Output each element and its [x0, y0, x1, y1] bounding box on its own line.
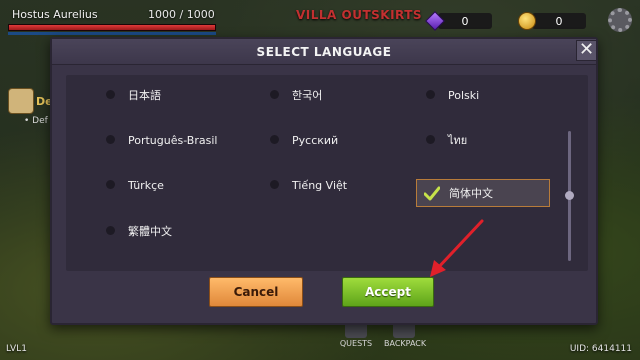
radio-icon	[270, 135, 279, 144]
arrow-annotation	[430, 219, 484, 277]
health-bar-fill	[9, 25, 215, 30]
gem-count: 0	[438, 13, 492, 29]
radio-icon	[106, 135, 115, 144]
language-option-thai[interactable]: ไทย	[416, 126, 550, 154]
language-option-korean[interactable]: 한국어	[260, 81, 394, 109]
language-dialog: SELECT LANGUAGE ✕ 日本語 한국어 Polski Portugu…	[50, 37, 598, 325]
health-bar	[8, 24, 216, 31]
language-option-traditional-chinese[interactable]: 繁體中文	[96, 217, 230, 245]
mana-bar	[8, 32, 216, 35]
backpack-button[interactable]: BACKPACK	[384, 322, 427, 350]
radio-icon	[106, 226, 115, 235]
language-label: Türkçe	[128, 178, 164, 192]
backpack-label: BACKPACK	[384, 339, 427, 348]
radio-icon	[426, 90, 435, 99]
accept-button[interactable]: Accept	[342, 277, 434, 307]
scrollbar-thumb[interactable]	[565, 191, 574, 200]
coin-counter[interactable]: 0	[518, 12, 586, 30]
language-option-portuguese-brazil[interactable]: Português-Brasil	[96, 126, 230, 154]
radio-icon	[106, 90, 115, 99]
gem-counter[interactable]: 0	[425, 11, 492, 31]
player-name: Hostus Aurelius	[12, 8, 98, 21]
check-icon	[424, 186, 440, 201]
language-label: Tiếng Việt	[292, 178, 348, 192]
cancel-button[interactable]: Cancel	[209, 277, 303, 307]
language-label: Русский	[292, 133, 339, 147]
quest-tracker-sub: • Def	[24, 116, 48, 126]
dialog-title: SELECT LANGUAGE	[256, 45, 392, 59]
language-label: 简体中文	[449, 187, 493, 200]
language-label: 繁體中文	[128, 225, 172, 238]
close-icon: ✕	[578, 39, 595, 60]
radio-icon	[426, 135, 435, 144]
settings-icon[interactable]	[608, 8, 632, 32]
scroll-icon[interactable]	[8, 88, 34, 114]
dialog-header: SELECT LANGUAGE	[52, 39, 596, 65]
radio-icon	[270, 180, 279, 189]
language-label: ไทย	[448, 134, 468, 147]
location-title: VILLA OUTSKIRTS	[296, 8, 423, 22]
quests-label: QUESTS	[339, 339, 373, 348]
language-label: Polski	[448, 88, 480, 102]
coin-icon	[518, 12, 536, 30]
language-option-turkish[interactable]: Türkçe	[96, 171, 230, 199]
radio-icon	[106, 180, 115, 189]
language-option-polish[interactable]: Polski	[416, 81, 550, 109]
language-option-japanese[interactable]: 日本語	[96, 81, 230, 109]
close-button[interactable]: ✕	[576, 40, 597, 61]
radio-icon	[270, 90, 279, 99]
quests-button[interactable]: QUESTS	[336, 322, 376, 350]
language-label: Português-Brasil	[128, 133, 218, 147]
language-label: 한국어	[292, 89, 323, 102]
uid-label: UID: 6414111	[569, 344, 632, 354]
game-screen: Hostus Aurelius 1000 / 1000 VILLA OUTSKI…	[0, 0, 640, 360]
hp-text: 1000 / 1000	[148, 8, 215, 21]
language-option-russian[interactable]: Русский	[260, 126, 394, 154]
language-option-simplified-chinese[interactable]: 简体中文	[416, 179, 550, 207]
language-option-vietnamese[interactable]: Tiếng Việt	[260, 171, 394, 199]
coin-count: 0	[532, 13, 586, 29]
language-list: 日本語 한국어 Polski Português-Brasil Русский …	[66, 75, 588, 271]
level-label: LVL1	[6, 344, 27, 354]
language-label: 日本語	[128, 89, 161, 102]
